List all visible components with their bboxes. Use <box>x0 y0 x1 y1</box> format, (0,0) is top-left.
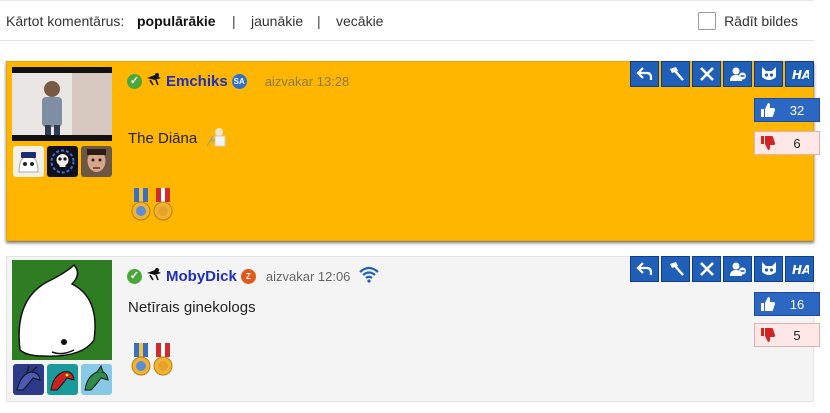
thumbs-up-icon <box>755 99 781 121</box>
show-images-checkbox[interactable] <box>698 12 717 30</box>
thumbs-down-icon <box>755 324 781 346</box>
verified-icon: ✓ <box>127 74 142 89</box>
reply-icon <box>635 262 652 275</box>
show-images-toggle[interactable]: Rādīt bildes <box>698 12 798 30</box>
avatar[interactable] <box>12 67 112 141</box>
like-button[interactable]: 32 <box>754 98 820 122</box>
comment-timestamp: aizvakar 13:28 <box>264 74 350 89</box>
thumbs-down-icon <box>755 132 781 154</box>
emoticon-icon <box>205 126 229 152</box>
ban-hammer-icon <box>669 262 684 276</box>
red-medal-icon <box>153 188 173 227</box>
comment-actions: HA! <box>630 61 814 87</box>
comment-actions: HA! <box>630 256 814 282</box>
comment-header: ✓ MobyDick Z aizvakar 12:06 <box>127 265 380 288</box>
comment-timestamp: aizvakar 12:06 <box>265 269 351 284</box>
rank-icon <box>146 267 162 286</box>
face-badge-icon <box>81 146 112 177</box>
delete-button[interactable] <box>692 256 721 282</box>
comment-item: ✓ Emchiks SA aizvakar 13:28 The Diāna HA… <box>6 61 820 241</box>
skull-badge-icon <box>47 146 78 177</box>
show-images-label: Rādīt bildes <box>724 13 798 29</box>
ignore-icon <box>761 262 776 275</box>
medals <box>131 188 173 227</box>
ha-icon: HA! <box>792 263 809 277</box>
remove-user-button[interactable] <box>723 256 752 282</box>
sort-option-popular[interactable]: populārākie <box>137 13 216 29</box>
sort-option-newest[interactable]: jaunākie <box>251 13 303 29</box>
red-dragon-badge-icon <box>47 364 78 395</box>
like-button[interactable]: 16 <box>754 292 820 316</box>
dragon-badge-icon <box>13 364 44 395</box>
delete-button[interactable] <box>692 61 721 87</box>
username-link[interactable]: MobyDick <box>166 268 237 285</box>
username-link[interactable]: Emchiks <box>166 73 228 90</box>
close-icon <box>699 67 714 81</box>
rank-icon <box>146 72 162 91</box>
user-rank-badge: Z <box>240 269 256 284</box>
medals <box>131 343 173 382</box>
ignore-button[interactable] <box>754 61 783 87</box>
dislike-button[interactable]: 6 <box>754 131 820 155</box>
sort-separator: | <box>317 13 321 29</box>
dislike-count: 6 <box>793 135 801 151</box>
like-count: 32 <box>789 102 805 118</box>
user-remove-icon <box>729 67 746 81</box>
svg-text:HA!: HA! <box>792 68 809 82</box>
ban-button[interactable] <box>661 61 690 87</box>
close-icon <box>699 262 714 276</box>
verified-icon: ✓ <box>127 269 142 284</box>
ignore-icon <box>761 67 776 80</box>
sort-label: Kārtot komentārus: <box>6 13 125 29</box>
avatar[interactable] <box>12 260 112 360</box>
svg-text:HA!: HA! <box>792 263 809 277</box>
comment-sort-bar: Kārtot komentārus: populārākie | jaunāki… <box>0 0 814 41</box>
reply-button[interactable] <box>630 256 659 282</box>
comment-text: The Diāna <box>128 129 198 147</box>
ban-hammer-icon <box>669 67 684 81</box>
wifi-icon <box>358 265 380 288</box>
reply-icon <box>635 67 652 80</box>
user-remove-icon <box>729 262 746 276</box>
ha-icon: HA! <box>792 68 809 82</box>
blue-medal-icon <box>131 343 151 382</box>
sort-option-oldest[interactable]: vecākie <box>336 13 383 29</box>
thumbs-up-icon <box>755 293 781 315</box>
comment-body: Netīrais ginekologs <box>128 299 256 316</box>
ban-button[interactable] <box>661 256 690 282</box>
remove-user-button[interactable] <box>723 61 752 87</box>
like-count: 16 <box>789 296 805 312</box>
comment-item: ✓ MobyDick Z aizvakar 12:06 Netīrais gin… <box>6 256 820 402</box>
comment-body: The Diāna <box>128 126 229 152</box>
red-medal-icon <box>153 343 173 382</box>
dislike-count: 5 <box>793 327 801 343</box>
user-badges <box>13 146 112 177</box>
reply-button[interactable] <box>630 61 659 87</box>
green-dragon-badge-icon <box>81 364 112 395</box>
sort-separator: | <box>232 13 236 29</box>
comment-header: ✓ Emchiks SA aizvakar 13:28 <box>127 72 349 91</box>
blue-medal-icon <box>131 188 151 227</box>
user-badges <box>13 364 112 395</box>
comment-text: Netīrais ginekologs <box>128 299 256 316</box>
user-rank-badge: SA <box>231 74 247 89</box>
haha-button[interactable]: HA! <box>785 256 814 282</box>
ghost-cop-badge-icon <box>13 146 44 177</box>
ignore-button[interactable] <box>754 256 783 282</box>
dislike-button[interactable]: 5 <box>754 323 820 347</box>
haha-button[interactable]: HA! <box>785 61 814 87</box>
